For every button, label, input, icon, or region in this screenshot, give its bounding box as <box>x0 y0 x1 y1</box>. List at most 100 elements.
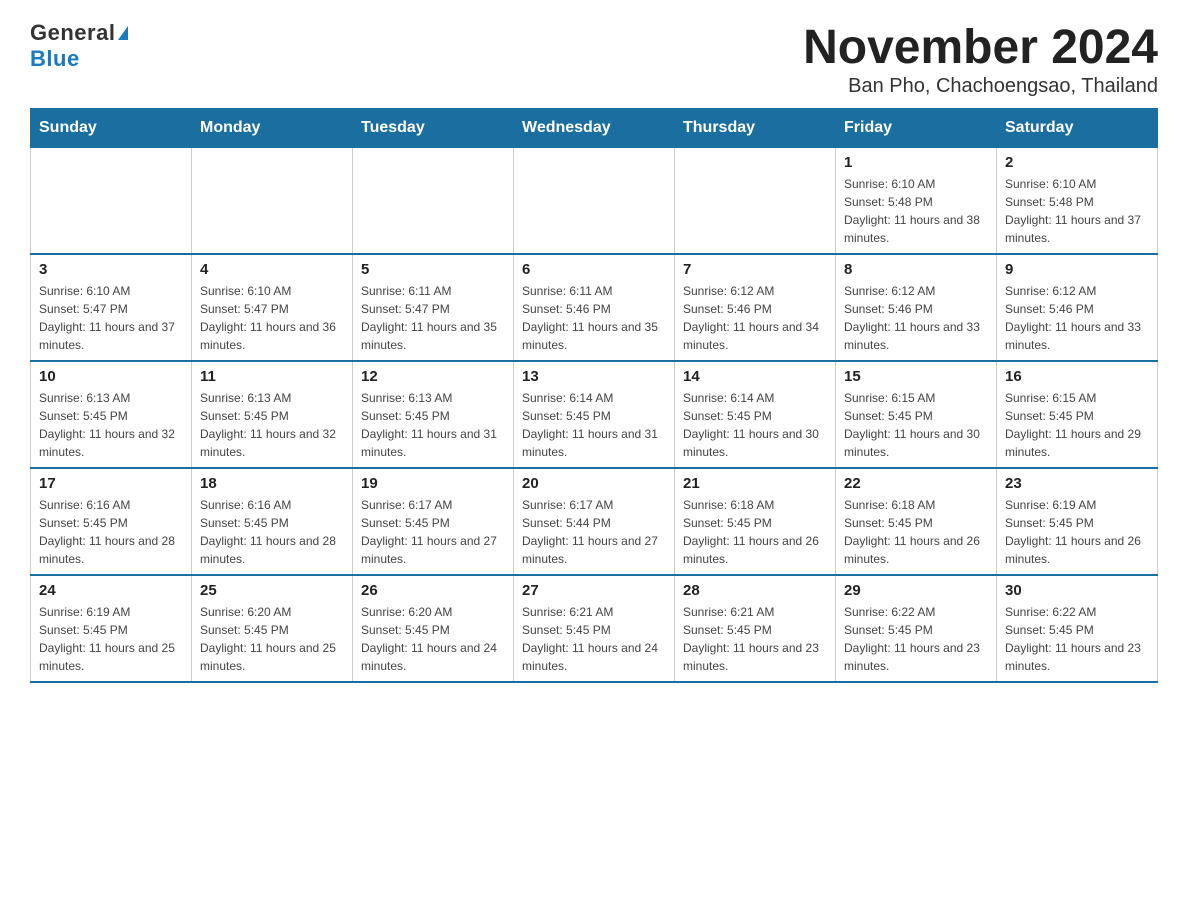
calendar-cell: 12 Sunrise: 6:13 AM Sunset: 5:45 PM Dayli… <box>353 361 514 468</box>
calendar-cell: 16 Sunrise: 6:15 AM Sunset: 5:45 PM Dayli… <box>997 361 1158 468</box>
calendar-cell: 22 Sunrise: 6:18 AM Sunset: 5:45 PM Dayli… <box>836 468 997 575</box>
day-number: 30 <box>1005 582 1149 599</box>
day-info: Sunrise: 6:18 AM Sunset: 5:45 PM Dayligh… <box>683 496 827 568</box>
calendar-cell: 28Sunrise: 6:21 AM Sunset: 5:45 PM Dayli… <box>675 575 836 682</box>
day-info: Sunrise: 6:10 AM Sunset: 5:47 PM Dayligh… <box>200 282 344 354</box>
calendar-cell: 23 Sunrise: 6:19 AM Sunset: 5:45 PM Dayli… <box>997 468 1158 575</box>
calendar-cell: 25 Sunrise: 6:20 AM Sunset: 5:45 PM Dayli… <box>192 575 353 682</box>
logo-blue-text: Blue <box>30 46 80 72</box>
calendar-cell: 27 Sunrise: 6:21 AM Sunset: 5:45 PM Dayli… <box>514 575 675 682</box>
calendar-body: 1 Sunrise: 6:10 AM Sunset: 5:48 PM Daylig… <box>31 148 1158 683</box>
day-number: 21 <box>683 475 827 492</box>
calendar-cell: 5 Sunrise: 6:11 AM Sunset: 5:47 PM Daylig… <box>353 254 514 361</box>
day-number: 14 <box>683 368 827 385</box>
logo-general-text: General <box>30 20 115 46</box>
day-number: 1 <box>844 154 988 171</box>
day-info: Sunrise: 6:17 AM Sunset: 5:44 PM Dayligh… <box>522 496 666 568</box>
weekday-header-row: SundayMondayTuesdayWednesdayThursdayFrid… <box>31 109 1158 148</box>
page-header: General Blue November 2024 Ban Pho, Chac… <box>30 20 1158 98</box>
weekday-header-wednesday: Wednesday <box>514 109 675 148</box>
weekday-header-sunday: Sunday <box>31 109 192 148</box>
calendar-cell: 1Sunrise: 6:10 AM Sunset: 5:48 PM Daylig… <box>836 148 997 255</box>
calendar-cell: 21 Sunrise: 6:18 AM Sunset: 5:45 PM Dayli… <box>675 468 836 575</box>
day-info: Sunrise: 6:15 AM Sunset: 5:45 PM Dayligh… <box>1005 389 1149 461</box>
day-info: Sunrise: 6:20 AM Sunset: 5:45 PM Dayligh… <box>361 603 505 675</box>
weekday-header-tuesday: Tuesday <box>353 109 514 148</box>
calendar-week-row: 24Sunrise: 6:19 AM Sunset: 5:45 PM Dayli… <box>31 575 1158 682</box>
logo: General Blue <box>30 20 128 72</box>
day-number: 9 <box>1005 261 1149 278</box>
calendar-week-row: 1 Sunrise: 6:10 AM Sunset: 5:48 PM Daylig… <box>31 148 1158 255</box>
day-info: Sunrise: 6:13 AM Sunset: 5:45 PM Dayligh… <box>39 389 183 461</box>
calendar-cell: 26 Sunrise: 6:20 AM Sunset: 5:45 PM Dayli… <box>353 575 514 682</box>
calendar-table: SundayMondayTuesdayWednesdayThursdayFrid… <box>30 108 1158 683</box>
day-info: Sunrise: 6:16 AM Sunset: 5:45 PM Dayligh… <box>200 496 344 568</box>
calendar-cell: 9 Sunrise: 6:12 AM Sunset: 5:46 PM Daylig… <box>997 254 1158 361</box>
weekday-header-monday: Monday <box>192 109 353 148</box>
day-number: 12 <box>361 368 505 385</box>
calendar-cell: 8Sunrise: 6:12 AM Sunset: 5:46 PM Daylig… <box>836 254 997 361</box>
calendar-cell: 30 Sunrise: 6:22 AM Sunset: 5:45 PM Dayli… <box>997 575 1158 682</box>
day-info: Sunrise: 6:13 AM Sunset: 5:45 PM Dayligh… <box>361 389 505 461</box>
calendar-week-row: 10 Sunrise: 6:13 AM Sunset: 5:45 PM Dayli… <box>31 361 1158 468</box>
calendar-cell <box>675 148 836 255</box>
day-number: 27 <box>522 582 666 599</box>
calendar-cell: 13Sunrise: 6:14 AM Sunset: 5:45 PM Dayli… <box>514 361 675 468</box>
day-info: Sunrise: 6:22 AM Sunset: 5:45 PM Dayligh… <box>844 603 988 675</box>
calendar-cell: 15 Sunrise: 6:15 AM Sunset: 5:45 PM Dayli… <box>836 361 997 468</box>
calendar-cell: 17 Sunrise: 6:16 AM Sunset: 5:45 PM Dayli… <box>31 468 192 575</box>
day-info: Sunrise: 6:21 AM Sunset: 5:45 PM Dayligh… <box>683 603 827 675</box>
day-info: Sunrise: 6:10 AM Sunset: 5:47 PM Dayligh… <box>39 282 183 354</box>
day-info: Sunrise: 6:12 AM Sunset: 5:46 PM Dayligh… <box>1005 282 1149 354</box>
calendar-cell: 20 Sunrise: 6:17 AM Sunset: 5:44 PM Dayli… <box>514 468 675 575</box>
day-info: Sunrise: 6:13 AM Sunset: 5:45 PM Dayligh… <box>200 389 344 461</box>
day-info: Sunrise: 6:15 AM Sunset: 5:45 PM Dayligh… <box>844 389 988 461</box>
calendar-location: Ban Pho, Chachoengsao, Thailand <box>803 75 1158 98</box>
day-info: Sunrise: 6:10 AM Sunset: 5:48 PM Dayligh… <box>1005 175 1149 247</box>
day-info: Sunrise: 6:19 AM Sunset: 5:45 PM Dayligh… <box>39 603 183 675</box>
calendar-cell: 6Sunrise: 6:11 AM Sunset: 5:46 PM Daylig… <box>514 254 675 361</box>
day-info: Sunrise: 6:20 AM Sunset: 5:45 PM Dayligh… <box>200 603 344 675</box>
calendar-title: November 2024 <box>803 20 1158 75</box>
calendar-cell: 4Sunrise: 6:10 AM Sunset: 5:47 PM Daylig… <box>192 254 353 361</box>
day-number: 19 <box>361 475 505 492</box>
logo-triangle-icon <box>118 26 128 40</box>
day-info: Sunrise: 6:14 AM Sunset: 5:45 PM Dayligh… <box>683 389 827 461</box>
day-info: Sunrise: 6:18 AM Sunset: 5:45 PM Dayligh… <box>844 496 988 568</box>
day-info: Sunrise: 6:21 AM Sunset: 5:45 PM Dayligh… <box>522 603 666 675</box>
day-info: Sunrise: 6:19 AM Sunset: 5:45 PM Dayligh… <box>1005 496 1149 568</box>
day-number: 23 <box>1005 475 1149 492</box>
calendar-cell <box>192 148 353 255</box>
day-number: 13 <box>522 368 666 385</box>
day-info: Sunrise: 6:12 AM Sunset: 5:46 PM Dayligh… <box>844 282 988 354</box>
weekday-header-friday: Friday <box>836 109 997 148</box>
day-info: Sunrise: 6:11 AM Sunset: 5:47 PM Dayligh… <box>361 282 505 354</box>
day-number: 11 <box>200 368 344 385</box>
calendar-week-row: 3 Sunrise: 6:10 AM Sunset: 5:47 PM Daylig… <box>31 254 1158 361</box>
day-number: 20 <box>522 475 666 492</box>
day-number: 22 <box>844 475 988 492</box>
calendar-cell: 3 Sunrise: 6:10 AM Sunset: 5:47 PM Daylig… <box>31 254 192 361</box>
calendar-header: SundayMondayTuesdayWednesdayThursdayFrid… <box>31 109 1158 148</box>
day-number: 26 <box>361 582 505 599</box>
calendar-cell: 18 Sunrise: 6:16 AM Sunset: 5:45 PM Dayli… <box>192 468 353 575</box>
title-block: November 2024 Ban Pho, Chachoengsao, Tha… <box>803 20 1158 98</box>
day-number: 16 <box>1005 368 1149 385</box>
day-number: 25 <box>200 582 344 599</box>
day-number: 3 <box>39 261 183 278</box>
calendar-cell <box>514 148 675 255</box>
day-info: Sunrise: 6:22 AM Sunset: 5:45 PM Dayligh… <box>1005 603 1149 675</box>
day-number: 17 <box>39 475 183 492</box>
calendar-cell: 14 Sunrise: 6:14 AM Sunset: 5:45 PM Dayli… <box>675 361 836 468</box>
calendar-cell: 7Sunrise: 6:12 AM Sunset: 5:46 PM Daylig… <box>675 254 836 361</box>
day-number: 15 <box>844 368 988 385</box>
day-number: 5 <box>361 261 505 278</box>
day-info: Sunrise: 6:16 AM Sunset: 5:45 PM Dayligh… <box>39 496 183 568</box>
calendar-cell <box>353 148 514 255</box>
calendar-cell: 11 Sunrise: 6:13 AM Sunset: 5:45 PM Dayli… <box>192 361 353 468</box>
day-number: 7 <box>683 261 827 278</box>
weekday-header-saturday: Saturday <box>997 109 1158 148</box>
day-number: 10 <box>39 368 183 385</box>
day-number: 18 <box>200 475 344 492</box>
day-number: 29 <box>844 582 988 599</box>
